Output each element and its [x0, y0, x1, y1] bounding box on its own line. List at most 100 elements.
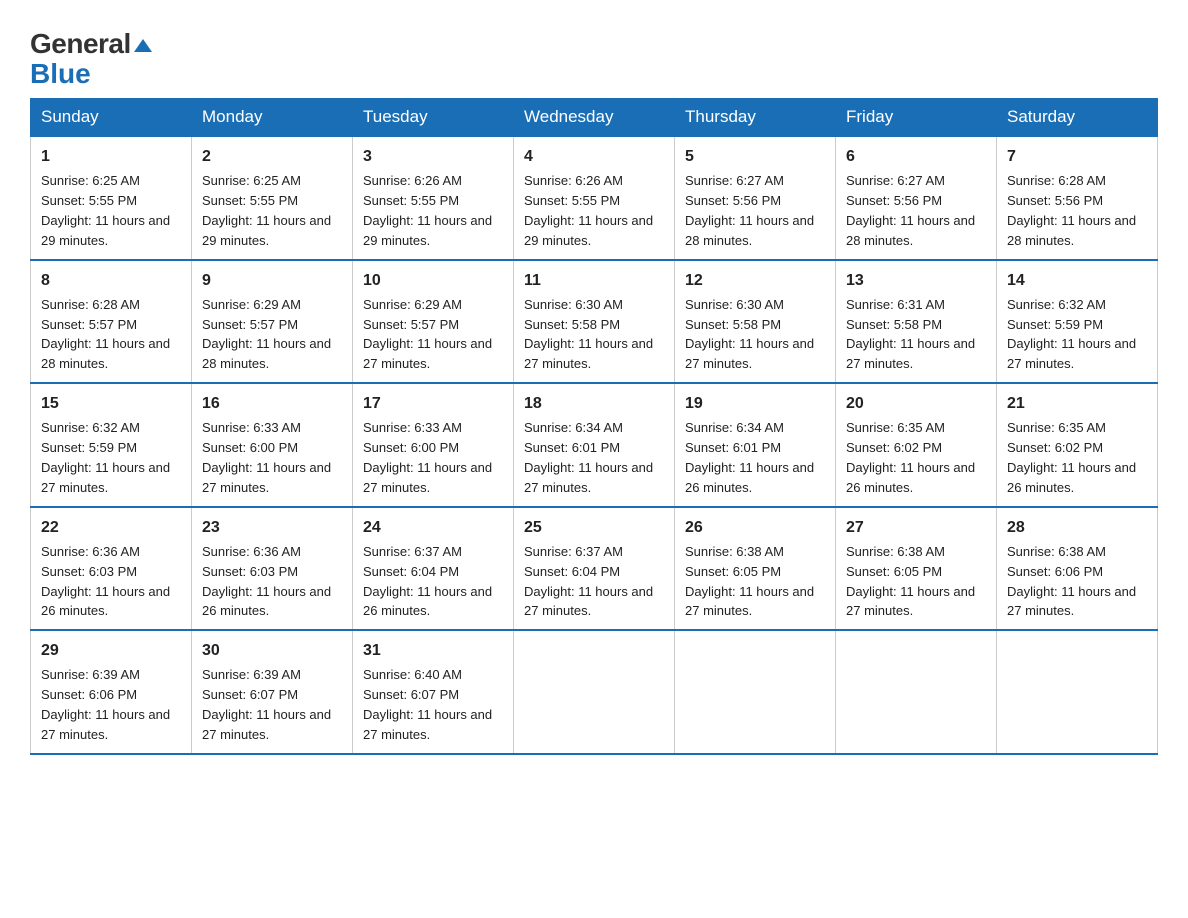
day-number: 25	[524, 516, 664, 539]
day-info: Sunrise: 6:34 AMSunset: 6:01 PMDaylight:…	[685, 420, 814, 495]
day-number: 3	[363, 145, 503, 168]
calendar-cell: 10 Sunrise: 6:29 AMSunset: 5:57 PMDayligh…	[353, 260, 514, 384]
day-number: 28	[1007, 516, 1147, 539]
day-number: 4	[524, 145, 664, 168]
day-info: Sunrise: 6:32 AMSunset: 5:59 PMDaylight:…	[41, 420, 170, 495]
day-number: 29	[41, 639, 181, 662]
day-number: 31	[363, 639, 503, 662]
calendar-cell: 30 Sunrise: 6:39 AMSunset: 6:07 PMDayligh…	[192, 630, 353, 754]
day-number: 22	[41, 516, 181, 539]
weekday-header-friday: Friday	[836, 99, 997, 137]
calendar-cell: 17 Sunrise: 6:33 AMSunset: 6:00 PMDayligh…	[353, 383, 514, 507]
calendar-cell: 9 Sunrise: 6:29 AMSunset: 5:57 PMDaylight…	[192, 260, 353, 384]
day-number: 16	[202, 392, 342, 415]
weekday-header-monday: Monday	[192, 99, 353, 137]
weekday-header-sunday: Sunday	[31, 99, 192, 137]
week-row-1: 1 Sunrise: 6:25 AMSunset: 5:55 PMDaylight…	[31, 136, 1158, 260]
calendar-cell	[836, 630, 997, 754]
day-info: Sunrise: 6:32 AMSunset: 5:59 PMDaylight:…	[1007, 297, 1136, 372]
day-info: Sunrise: 6:28 AMSunset: 5:57 PMDaylight:…	[41, 297, 170, 372]
week-row-2: 8 Sunrise: 6:28 AMSunset: 5:57 PMDaylight…	[31, 260, 1158, 384]
calendar-cell: 19 Sunrise: 6:34 AMSunset: 6:01 PMDayligh…	[675, 383, 836, 507]
calendar-cell: 26 Sunrise: 6:38 AMSunset: 6:05 PMDayligh…	[675, 507, 836, 631]
calendar-cell: 3 Sunrise: 6:26 AMSunset: 5:55 PMDaylight…	[353, 136, 514, 260]
day-number: 2	[202, 145, 342, 168]
weekday-header-row: SundayMondayTuesdayWednesdayThursdayFrid…	[31, 99, 1158, 137]
logo: General Blue	[30, 30, 152, 88]
calendar-cell	[997, 630, 1158, 754]
day-info: Sunrise: 6:38 AMSunset: 6:05 PMDaylight:…	[685, 544, 814, 619]
day-info: Sunrise: 6:38 AMSunset: 6:05 PMDaylight:…	[846, 544, 975, 619]
calendar-cell: 15 Sunrise: 6:32 AMSunset: 5:59 PMDayligh…	[31, 383, 192, 507]
day-info: Sunrise: 6:25 AMSunset: 5:55 PMDaylight:…	[202, 173, 331, 248]
weekday-header-tuesday: Tuesday	[353, 99, 514, 137]
day-info: Sunrise: 6:26 AMSunset: 5:55 PMDaylight:…	[363, 173, 492, 248]
calendar-cell	[675, 630, 836, 754]
day-info: Sunrise: 6:29 AMSunset: 5:57 PMDaylight:…	[202, 297, 331, 372]
day-info: Sunrise: 6:26 AMSunset: 5:55 PMDaylight:…	[524, 173, 653, 248]
day-info: Sunrise: 6:33 AMSunset: 6:00 PMDaylight:…	[363, 420, 492, 495]
day-number: 10	[363, 269, 503, 292]
week-row-4: 22 Sunrise: 6:36 AMSunset: 6:03 PMDayligh…	[31, 507, 1158, 631]
calendar-cell: 18Sunrise: 6:34 AMSunset: 6:01 PMDayligh…	[514, 383, 675, 507]
day-number: 26	[685, 516, 825, 539]
day-info: Sunrise: 6:39 AMSunset: 6:07 PMDaylight:…	[202, 667, 331, 742]
day-number: 23	[202, 516, 342, 539]
week-row-5: 29 Sunrise: 6:39 AMSunset: 6:06 PMDayligh…	[31, 630, 1158, 754]
weekday-header-saturday: Saturday	[997, 99, 1158, 137]
day-info: Sunrise: 6:33 AMSunset: 6:00 PMDaylight:…	[202, 420, 331, 495]
calendar-cell: 31 Sunrise: 6:40 AMSunset: 6:07 PMDayligh…	[353, 630, 514, 754]
day-info: Sunrise: 6:25 AMSunset: 5:55 PMDaylight:…	[41, 173, 170, 248]
day-info: Sunrise: 6:34 AMSunset: 6:01 PMDaylight:…	[524, 420, 653, 495]
calendar-cell	[514, 630, 675, 754]
calendar-cell: 25Sunrise: 6:37 AMSunset: 6:04 PMDayligh…	[514, 507, 675, 631]
day-info: Sunrise: 6:30 AMSunset: 5:58 PMDaylight:…	[524, 297, 653, 372]
weekday-header-thursday: Thursday	[675, 99, 836, 137]
day-info: Sunrise: 6:36 AMSunset: 6:03 PMDaylight:…	[41, 544, 170, 619]
day-number: 15	[41, 392, 181, 415]
day-number: 8	[41, 269, 181, 292]
calendar-cell: 21Sunrise: 6:35 AMSunset: 6:02 PMDayligh…	[997, 383, 1158, 507]
logo-blue-text: Blue	[30, 60, 91, 88]
day-number: 19	[685, 392, 825, 415]
calendar-cell: 29 Sunrise: 6:39 AMSunset: 6:06 PMDayligh…	[31, 630, 192, 754]
day-number: 14	[1007, 269, 1147, 292]
day-number: 21	[1007, 392, 1147, 415]
calendar-cell: 11 Sunrise: 6:30 AMSunset: 5:58 PMDayligh…	[514, 260, 675, 384]
day-info: Sunrise: 6:40 AMSunset: 6:07 PMDaylight:…	[363, 667, 492, 742]
day-number: 9	[202, 269, 342, 292]
calendar-cell: 4 Sunrise: 6:26 AMSunset: 5:55 PMDaylight…	[514, 136, 675, 260]
day-info: Sunrise: 6:39 AMSunset: 6:06 PMDaylight:…	[41, 667, 170, 742]
day-info: Sunrise: 6:27 AMSunset: 5:56 PMDaylight:…	[685, 173, 814, 248]
calendar-cell: 20Sunrise: 6:35 AMSunset: 6:02 PMDayligh…	[836, 383, 997, 507]
calendar-cell: 6 Sunrise: 6:27 AMSunset: 5:56 PMDaylight…	[836, 136, 997, 260]
day-info: Sunrise: 6:35 AMSunset: 6:02 PMDaylight:…	[846, 420, 975, 495]
calendar-table: SundayMondayTuesdayWednesdayThursdayFrid…	[30, 98, 1158, 755]
calendar-cell: 1 Sunrise: 6:25 AMSunset: 5:55 PMDaylight…	[31, 136, 192, 260]
calendar-cell: 5 Sunrise: 6:27 AMSunset: 5:56 PMDaylight…	[675, 136, 836, 260]
day-info: Sunrise: 6:30 AMSunset: 5:58 PMDaylight:…	[685, 297, 814, 372]
day-number: 17	[363, 392, 503, 415]
calendar-cell: 14 Sunrise: 6:32 AMSunset: 5:59 PMDayligh…	[997, 260, 1158, 384]
calendar-cell: 12 Sunrise: 6:30 AMSunset: 5:58 PMDayligh…	[675, 260, 836, 384]
calendar-cell: 22 Sunrise: 6:36 AMSunset: 6:03 PMDayligh…	[31, 507, 192, 631]
day-number: 1	[41, 145, 181, 168]
day-number: 12	[685, 269, 825, 292]
day-info: Sunrise: 6:36 AMSunset: 6:03 PMDaylight:…	[202, 544, 331, 619]
day-info: Sunrise: 6:28 AMSunset: 5:56 PMDaylight:…	[1007, 173, 1136, 248]
day-number: 30	[202, 639, 342, 662]
calendar-cell: 2 Sunrise: 6:25 AMSunset: 5:55 PMDaylight…	[192, 136, 353, 260]
week-row-3: 15 Sunrise: 6:32 AMSunset: 5:59 PMDayligh…	[31, 383, 1158, 507]
day-info: Sunrise: 6:37 AMSunset: 6:04 PMDaylight:…	[363, 544, 492, 619]
day-number: 11	[524, 269, 664, 292]
day-info: Sunrise: 6:27 AMSunset: 5:56 PMDaylight:…	[846, 173, 975, 248]
calendar-cell: 27Sunrise: 6:38 AMSunset: 6:05 PMDayligh…	[836, 507, 997, 631]
day-info: Sunrise: 6:31 AMSunset: 5:58 PMDaylight:…	[846, 297, 975, 372]
day-number: 7	[1007, 145, 1147, 168]
day-number: 6	[846, 145, 986, 168]
day-number: 5	[685, 145, 825, 168]
day-info: Sunrise: 6:29 AMSunset: 5:57 PMDaylight:…	[363, 297, 492, 372]
calendar-cell: 16 Sunrise: 6:33 AMSunset: 6:00 PMDayligh…	[192, 383, 353, 507]
day-number: 24	[363, 516, 503, 539]
day-info: Sunrise: 6:38 AMSunset: 6:06 PMDaylight:…	[1007, 544, 1136, 619]
